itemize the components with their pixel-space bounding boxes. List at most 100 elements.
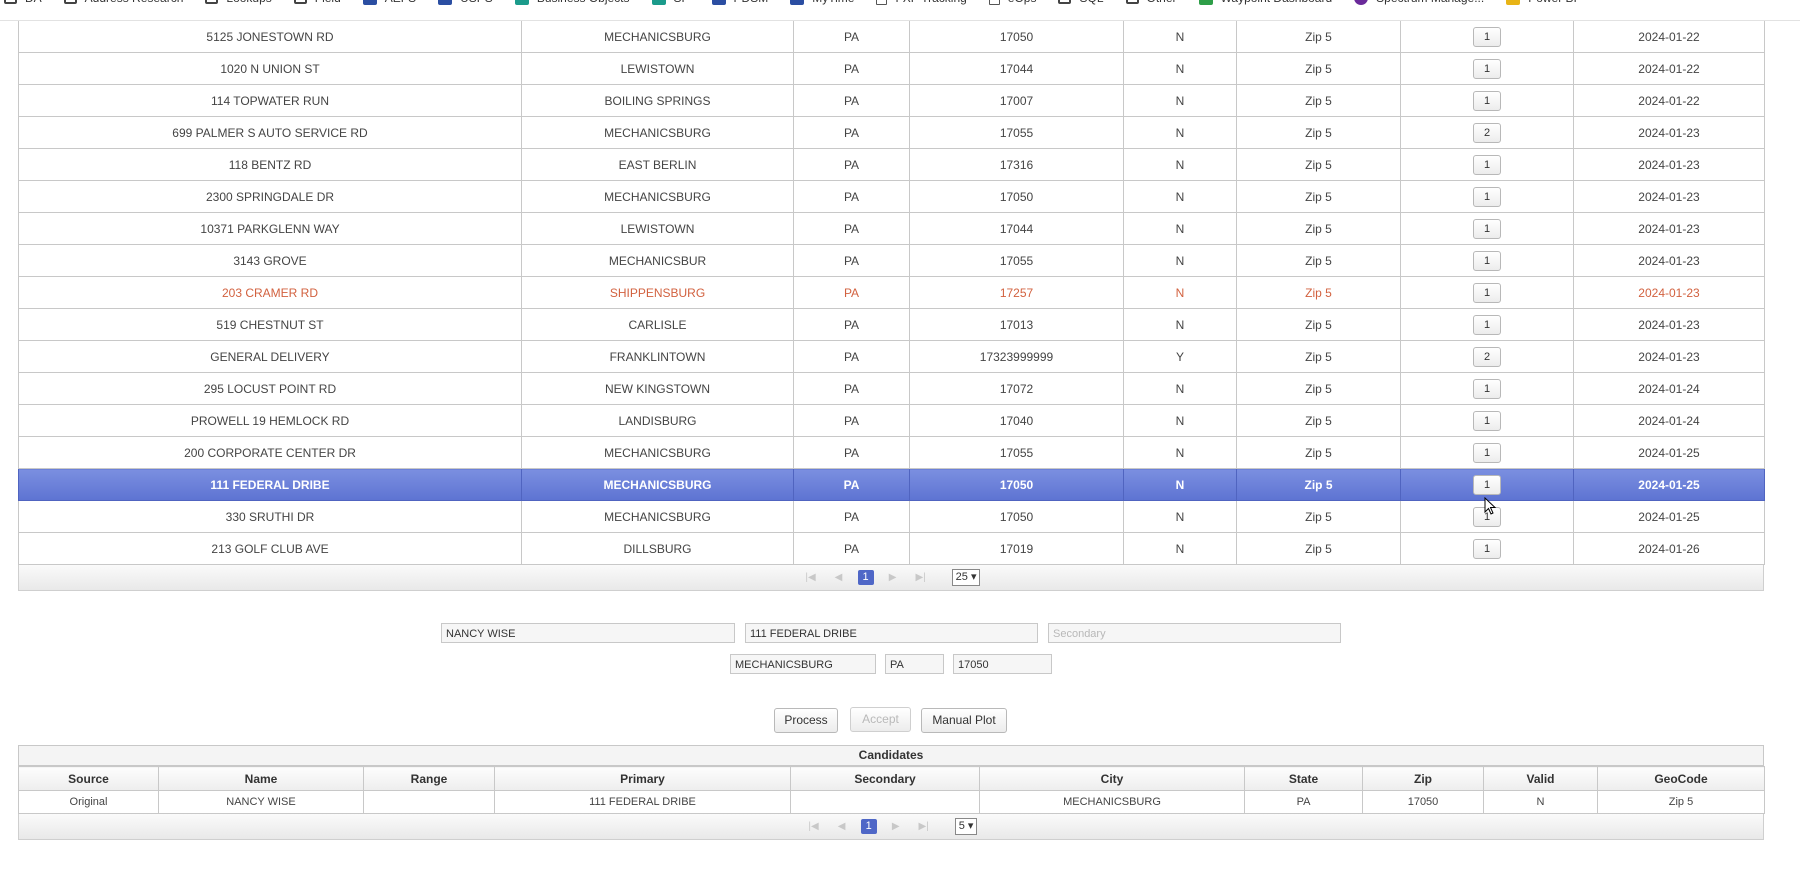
name-field[interactable]: NANCY WISE <box>441 623 735 643</box>
count-button[interactable]: 1 <box>1473 250 1501 271</box>
cell-geocode: Zip 5 <box>1236 436 1401 469</box>
count-button[interactable]: 1 <box>1473 474 1501 495</box>
cell-address: PROWELL 19 HEMLOCK RD <box>18 404 522 437</box>
count-button[interactable]: 1 <box>1473 186 1501 207</box>
first-page-icon[interactable]: |◀ <box>805 821 823 832</box>
column-header[interactable]: City <box>979 766 1245 791</box>
page-size-select[interactable]: 5 ▾ <box>954 818 978 835</box>
column-header[interactable]: GeoCode <box>1597 766 1765 791</box>
table-row[interactable]: 699 PALMER S AUTO SERVICE RD MECHANICSBUR… <box>18 116 1765 149</box>
column-header[interactable]: State <box>1244 766 1363 791</box>
bookmark-item[interactable]: Business Objects <box>514 0 630 5</box>
cell-count: 1 <box>1400 404 1574 437</box>
table-row[interactable]: 200 CORPORATE CENTER DR MECHANICSBURG PA 17… <box>18 436 1765 469</box>
current-page[interactable]: 1 <box>857 570 874 585</box>
bookmark-item[interactable]: Power BI <box>1506 0 1577 5</box>
cell-zip: 17050 <box>909 20 1124 53</box>
current-page[interactable]: 1 <box>860 819 877 834</box>
bookmark-item[interactable]: Other <box>1125 0 1177 5</box>
table-row[interactable]: 5125 JONESTOWN RD MECHANICSBURG PA 17050 N Zi… <box>18 20 1765 53</box>
city-field[interactable]: MECHANICSBURG <box>730 654 876 674</box>
process-button[interactable]: Process <box>774 708 838 733</box>
last-page-icon[interactable]: ▶| <box>915 821 933 832</box>
table-row[interactable]: 3143 GROVE MECHANICSBUR PA 17055 N Zip 5 1 2024… <box>18 244 1765 277</box>
count-button[interactable]: 1 <box>1473 58 1501 79</box>
state-field[interactable]: PA <box>885 654 944 674</box>
table-row[interactable]: 111 FEDERAL DRIBE MECHANICSBURG PA 17050 N Zi… <box>18 468 1765 501</box>
bookmark-item[interactable]: Address Research <box>63 0 183 5</box>
bookmark-item[interactable]: Waypoint Dashboard <box>1198 0 1332 5</box>
bookmark-item[interactable]: SP <box>651 0 690 5</box>
bookmark-item[interactable]: Lookups <box>205 0 272 5</box>
column-header[interactable]: Valid <box>1483 766 1598 791</box>
prev-page-icon[interactable]: ◀ <box>833 821 851 832</box>
count-button[interactable]: 1 <box>1473 218 1501 239</box>
count-button[interactable]: 2 <box>1473 122 1501 143</box>
table-row[interactable]: 118 BENTZ RD EAST BERLIN PA 17316 N Zip 5 1 202… <box>18 148 1765 181</box>
table-row[interactable]: GENERAL DELIVERY FRANKLINTOWN PA 1732399999… <box>18 340 1765 373</box>
count-button[interactable]: 1 <box>1473 410 1501 431</box>
cell-zip: 17055 <box>909 436 1124 469</box>
table-row[interactable]: 330 SRUTHI DR MECHANICSBURG PA 17050 N Zip 51… <box>18 500 1765 533</box>
bookmark-item[interactable]: PDSM <box>711 0 768 5</box>
table-row[interactable]: 519 CHESTNUT ST CARLISLE PA 17013 N Zip 5 1 202… <box>18 308 1765 341</box>
column-header[interactable]: Range <box>363 766 495 791</box>
cell-geocode: Zip 5 <box>1236 500 1401 533</box>
powerbi-icon <box>1506 0 1521 5</box>
table-row[interactable]: PROWELL 19 HEMLOCK RD LANDISBURG PA 17040 N Z… <box>18 404 1765 437</box>
bookmark-item[interactable]: eOps <box>988 0 1036 5</box>
count-button[interactable]: 1 <box>1473 442 1501 463</box>
count-button[interactable]: 1 <box>1473 538 1501 559</box>
cell-geocode: Zip 5 <box>1236 116 1401 149</box>
accept-button[interactable]: Accept <box>850 707 911 732</box>
bookmark-item[interactable]: MyTime <box>790 0 854 5</box>
secondary-field[interactable]: Secondary <box>1048 623 1341 643</box>
bookmark-item[interactable]: FXF Tracking <box>876 0 967 5</box>
count-button[interactable]: 1 <box>1473 314 1501 335</box>
count-button[interactable]: 2 <box>1473 346 1501 367</box>
cell-date: 2024-01-23 <box>1573 148 1765 181</box>
table-row[interactable]: 213 GOLF CLUB AVE DILLSBURG PA 17019 N Zip 5 1… <box>18 532 1765 565</box>
last-page-icon[interactable]: ▶| <box>912 572 930 583</box>
bookmark-item[interactable]: Spectrum Manage... <box>1354 0 1484 5</box>
table-row[interactable]: 114 TOPWATER RUN BOILING SPRINGS PA 17007 N Z… <box>18 84 1765 117</box>
bookmark-item[interactable]: USPS <box>438 0 493 5</box>
next-page-icon[interactable]: ▶ <box>884 572 902 583</box>
candidate-row[interactable]: Original NANCY WISE 111 FEDERAL DRIBE MECHA… <box>18 790 1765 814</box>
cell-city: LEWISTOWN <box>521 212 794 245</box>
count-button[interactable]: 1 <box>1473 90 1501 111</box>
column-header[interactable]: Name <box>158 766 364 791</box>
count-button[interactable]: 1 <box>1473 154 1501 175</box>
page-size-select[interactable]: 25 ▾ <box>951 569 981 586</box>
bookmark-item[interactable]: AEFS <box>362 0 416 5</box>
next-page-icon[interactable]: ▶ <box>887 821 905 832</box>
first-page-icon[interactable]: |◀ <box>802 572 820 583</box>
table-row[interactable]: 1020 N UNION ST LEWISTOWN PA 17044 N Zip 5 1 20… <box>18 52 1765 85</box>
table-row[interactable]: 10371 PARKGLENN WAY LEWISTOWN PA 17044 N Zip … <box>18 212 1765 245</box>
bookmark-item[interactable]: Field <box>293 0 341 5</box>
column-header[interactable]: Primary <box>494 766 791 791</box>
column-header[interactable]: Source <box>18 766 159 791</box>
table-row[interactable]: 295 LOCUST POINT RD NEW KINGSTOWN PA 17072 N… <box>18 372 1765 405</box>
count-button[interactable]: 1 <box>1473 378 1501 399</box>
cell-count: 2 <box>1400 116 1574 149</box>
cell-valid: N <box>1123 148 1237 181</box>
cell-zip: 17055 <box>909 116 1124 149</box>
bookmark-item[interactable]: DA <box>4 0 42 5</box>
column-header[interactable]: Secondary <box>790 766 980 791</box>
manual-plot-button[interactable]: Manual Plot <box>921 708 1007 733</box>
candidate-cell: MECHANICSBURG <box>979 790 1245 814</box>
table-row[interactable]: 203 CRAMER RD SHIPPENSBURG PA 17257 N Zip 5 1 2… <box>18 276 1765 309</box>
count-button[interactable]: 1 <box>1473 282 1501 303</box>
cell-city: EAST BERLIN <box>521 148 794 181</box>
column-header[interactable]: Zip <box>1362 766 1484 791</box>
count-button[interactable]: 1 <box>1473 26 1501 47</box>
prev-page-icon[interactable]: ◀ <box>830 572 848 583</box>
cell-valid: N <box>1123 180 1237 213</box>
zip-field[interactable]: 17050 <box>953 654 1052 674</box>
bookmark-item[interactable]: SQL <box>1058 0 1104 5</box>
bookmark-label: AEFS <box>385 0 416 5</box>
primary-field[interactable]: 111 FEDERAL DRIBE <box>745 623 1038 643</box>
table-row[interactable]: 2300 SPRINGDALE DR MECHANICSBURG PA 17050 N Z… <box>18 180 1765 213</box>
usps-icon <box>438 0 453 5</box>
